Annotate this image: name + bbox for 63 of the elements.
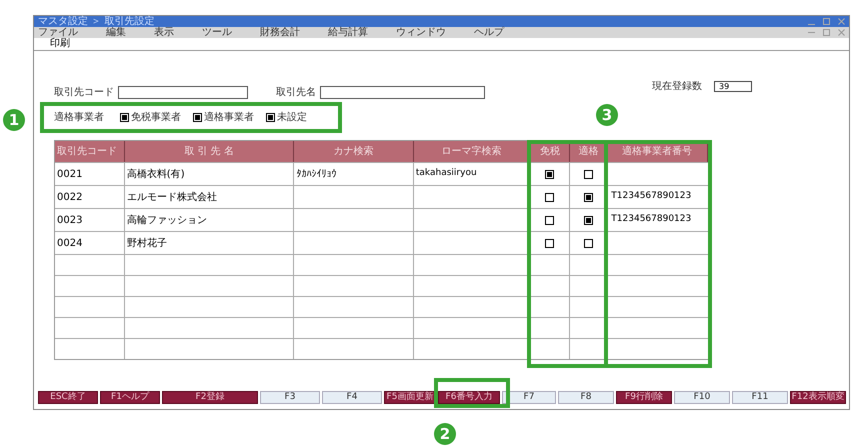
checkbox[interactable]: [584, 216, 593, 224]
table-cell-text: takahasiiryou: [416, 167, 477, 180]
function-key-button[interactable]: F9行削除: [616, 391, 672, 404]
checkbox[interactable]: [584, 170, 593, 178]
input-field[interactable]: [118, 86, 248, 99]
checkbox-label: 未設定: [277, 110, 307, 124]
callout-number: 2: [434, 423, 456, 445]
table-cell: 野村花子: [124, 232, 294, 254]
table-cell: 高橋衣料(有): [124, 163, 294, 185]
table-cell: 0023: [55, 209, 125, 231]
menu-item[interactable]: ファイル: [38, 28, 78, 38]
checkbox-label: 免税事業者: [131, 110, 181, 124]
menu-item[interactable]: 表示: [154, 28, 174, 38]
function-key-button[interactable]: F12表示順変: [790, 391, 846, 404]
function-key-button[interactable]: F6番号入力: [438, 391, 500, 404]
function-key-button[interactable]: F8: [558, 391, 614, 404]
menu-item[interactable]: 編集: [106, 28, 126, 38]
function-key-button[interactable]: F3: [260, 391, 320, 404]
menu-item[interactable]: 財務会計: [260, 28, 300, 38]
table-cell: 0022: [55, 186, 125, 208]
registered-count-field: 39: [714, 81, 752, 92]
field-label: 取引先コード: [54, 86, 114, 100]
checkbox[interactable]: [584, 238, 593, 248]
table-cell-text: ﾀｶﾊｼｲﾘｮｳ: [296, 168, 336, 182]
column-header: 取 引 先 名: [124, 141, 294, 162]
checkbox[interactable]: [584, 192, 593, 202]
registered-count-label: 現在登録数: [652, 80, 702, 94]
function-key-button[interactable]: F2登録: [162, 391, 258, 404]
function-key-button[interactable]: F7: [502, 391, 556, 404]
checkbox[interactable]: [266, 112, 275, 122]
column-header: 免税: [530, 141, 570, 162]
table-cell: 0021: [55, 163, 125, 185]
table-cell: エルモード株式会社: [124, 186, 294, 208]
menu-item[interactable]: ツール: [202, 28, 232, 38]
checkbox-label: 適格事業者: [204, 110, 254, 124]
table-cell: 0024: [55, 232, 125, 254]
function-key-button[interactable]: F1ヘルプ: [100, 391, 160, 404]
field-label: 取引先名: [276, 86, 316, 100]
filter-label: 適格事業者: [54, 110, 104, 124]
checkbox[interactable]: [545, 170, 554, 178]
checkbox[interactable]: [545, 192, 554, 202]
checkbox[interactable]: [545, 216, 554, 224]
menu-item[interactable]: 印刷: [50, 39, 70, 49]
column-header: ローマ字検索: [414, 141, 531, 162]
window-title: マスタ設定 ＞ 取引先設定: [38, 16, 154, 26]
function-key-button[interactable]: F10: [674, 391, 730, 404]
column-header: 取引先コード: [55, 141, 125, 162]
function-key-button[interactable]: F11: [732, 391, 788, 404]
column-header: カナ検索: [294, 141, 414, 162]
input-field[interactable]: [320, 86, 485, 99]
menu-item[interactable]: 給与計算: [328, 28, 368, 38]
table-cell-text: T1234567890123: [611, 190, 692, 204]
function-key-button[interactable]: F4: [322, 391, 382, 404]
checkbox[interactable]: [545, 238, 554, 248]
menu-item[interactable]: ヘルプ: [474, 28, 504, 38]
checkbox[interactable]: [193, 112, 202, 122]
checkbox[interactable]: [120, 112, 129, 122]
callout-number: 1: [3, 109, 25, 131]
function-key-button[interactable]: ESC終了: [38, 391, 98, 404]
menu-item[interactable]: ウィンドウ: [396, 28, 446, 38]
table-cell-text: T1234567890123: [611, 213, 692, 226]
function-key-button[interactable]: F5画面更新: [384, 391, 436, 404]
table-cell: 高輪ファッション: [124, 209, 294, 231]
